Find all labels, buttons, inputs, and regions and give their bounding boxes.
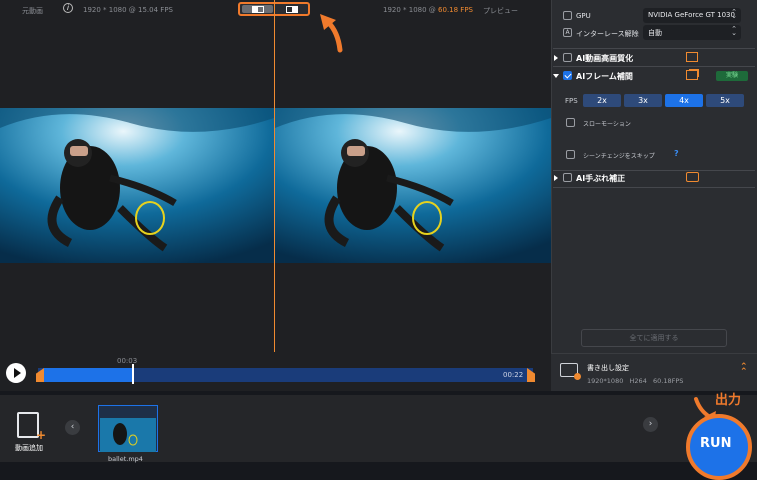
- add-video-button[interactable]: + 動画追加: [15, 412, 47, 452]
- split-view-icon: [252, 6, 264, 13]
- fps-option-2x[interactable]: 2x: [583, 94, 621, 107]
- original-video-frame: [0, 108, 274, 263]
- gpu-label: GPU: [576, 12, 591, 20]
- expand-arrow-icon[interactable]: [554, 55, 558, 61]
- playhead[interactable]: [132, 364, 135, 384]
- arrow-annotation-icon: [320, 14, 343, 53]
- scroll-right-button[interactable]: ›: [643, 417, 658, 432]
- film-add-icon: +: [17, 412, 46, 442]
- file-thumbnail[interactable]: [98, 405, 158, 452]
- apply-all-button[interactable]: 全てに適用する: [581, 329, 727, 347]
- gpu-checkbox[interactable]: [563, 11, 572, 20]
- ai-frame-label: AIフレーム補間: [576, 72, 633, 81]
- export-settings-icon: [560, 363, 581, 380]
- preview-label: プレビュー: [483, 7, 518, 15]
- collapse-arrow-icon[interactable]: [553, 74, 559, 78]
- gpu-select[interactable]: NVIDIA GeForce GT 1030 ⌃ ⌄: [643, 8, 741, 23]
- ai-upscale-checkbox[interactable]: [563, 53, 572, 62]
- timeline-progress: [44, 368, 133, 382]
- frame-interpolation-icon: [686, 70, 698, 80]
- help-icon[interactable]: ?: [674, 149, 679, 158]
- upscale-icon: [686, 52, 698, 62]
- fps-label: FPS: [565, 97, 578, 105]
- run-button[interactable]: RUN: [686, 414, 752, 480]
- add-video-label: 動画追加: [15, 444, 43, 452]
- camera-icon: [686, 172, 699, 182]
- preview-info: 1920 * 1080 @ 60.18 FPS: [383, 6, 473, 14]
- split-view-button[interactable]: [242, 5, 273, 13]
- marker-time: 00:03: [117, 357, 138, 365]
- export-settings[interactable]: [551, 353, 757, 391]
- deinterlace-label: インターレース解除: [576, 30, 639, 38]
- scroll-left-button[interactable]: ‹: [65, 420, 80, 435]
- info-icon[interactable]: i: [63, 3, 73, 13]
- trial-badge: 実験: [716, 71, 748, 81]
- skip-scene-checkbox[interactable]: [566, 150, 575, 159]
- deinterlace-icon: A: [563, 28, 572, 37]
- chevron-up-icon[interactable]: ⌃ ⌃: [740, 363, 748, 377]
- export-details: 1920*1080 H264 60.18FPS: [587, 377, 684, 385]
- skip-scene-label: シーンチェンジをスキップ: [583, 153, 655, 160]
- original-info: 1920 * 1080 @ 15.04 FPS: [83, 6, 173, 14]
- fps-option-5x[interactable]: 5x: [706, 94, 744, 107]
- expand-arrow-icon[interactable]: [554, 175, 558, 181]
- ai-stabilize-checkbox[interactable]: [563, 173, 572, 182]
- deinterlace-select[interactable]: 自動 ⌃ ⌄: [643, 25, 741, 40]
- preview-video-frame: [275, 108, 551, 263]
- slow-motion-label: スローモーション: [583, 121, 631, 128]
- ai-upscale-label: AI動画高画質化: [576, 54, 634, 63]
- compare-divider[interactable]: [274, 0, 275, 352]
- run-label: RUN: [700, 436, 732, 451]
- side-by-side-icon: [286, 6, 298, 13]
- ai-stabilize-label: AI手ぶれ補正: [576, 174, 626, 183]
- thumbnail-image: [100, 418, 156, 452]
- end-time: 00:22: [503, 371, 524, 379]
- fps-option-3x[interactable]: 3x: [624, 94, 662, 107]
- ai-frame-checkbox[interactable]: [563, 71, 572, 80]
- play-button[interactable]: [6, 363, 26, 383]
- slow-motion-checkbox[interactable]: [566, 118, 575, 127]
- original-label: 元動画: [22, 7, 43, 15]
- fps-option-4x[interactable]: 4x: [665, 94, 703, 107]
- side-by-side-button[interactable]: [276, 5, 307, 13]
- export-title: 書き出し設定: [587, 364, 629, 372]
